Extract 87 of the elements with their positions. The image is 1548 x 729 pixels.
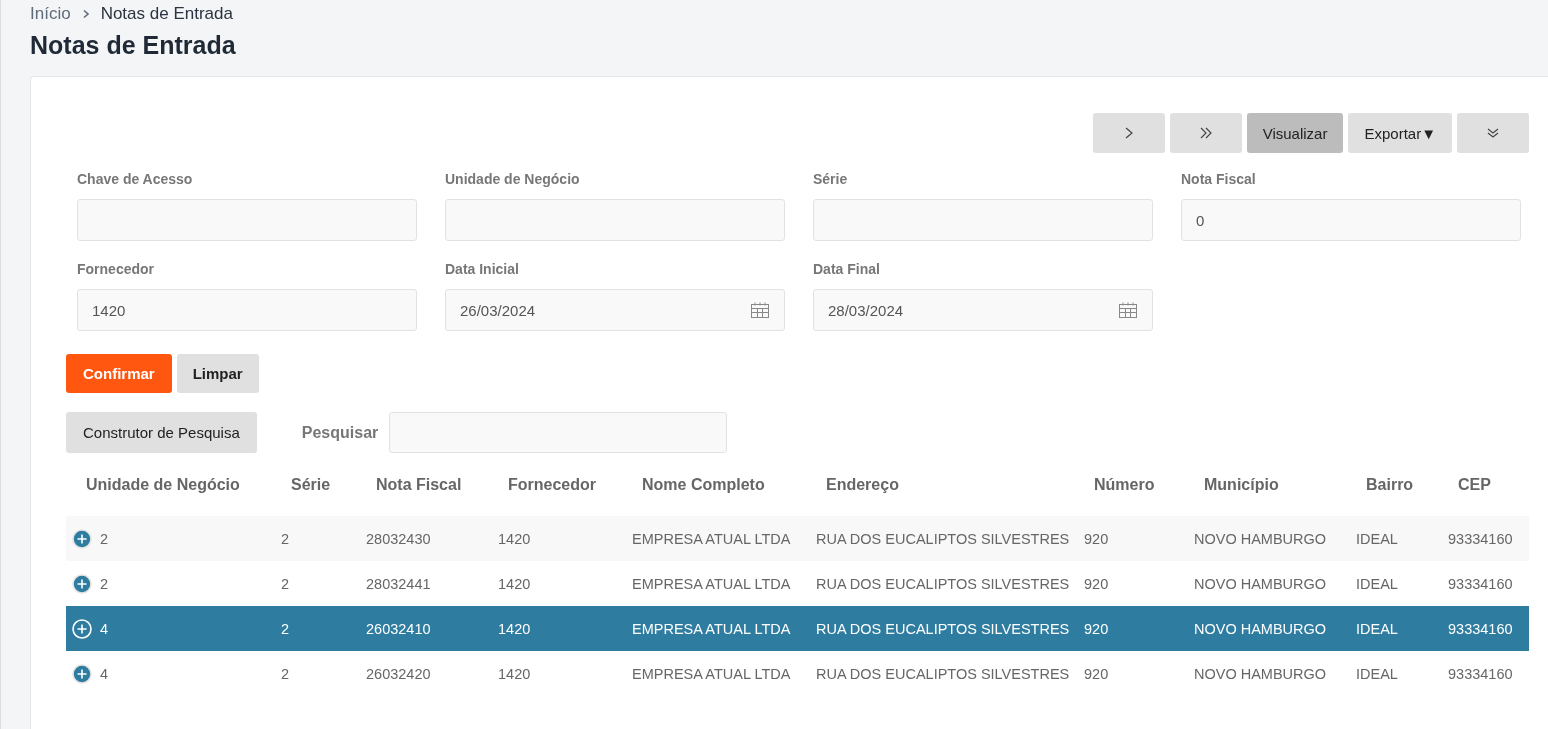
page-title: Notas de Entrada	[30, 31, 237, 60]
column-header[interactable]: Nota Fiscal	[356, 475, 488, 494]
calendar-icon	[750, 301, 770, 319]
table-cell: 4	[100, 665, 109, 682]
double-chevron-down-icon	[1487, 128, 1499, 138]
table-cell-text: 2	[280, 665, 291, 682]
table-cell-text: 920	[1083, 530, 1110, 547]
table-cell-text: IDEAL	[1355, 575, 1399, 592]
table-cell-text: NOVO HAMBURGO	[1193, 575, 1328, 592]
chevron-right-icon	[1124, 127, 1133, 139]
table-cell-text: 920	[1083, 665, 1110, 682]
table-cell: 2	[100, 575, 109, 592]
next-page-button[interactable]	[1092, 113, 1165, 153]
confirm-button[interactable]: Confirmar	[66, 354, 172, 393]
column-header[interactable]: Nome Completo	[622, 475, 806, 494]
column-header[interactable]: Município	[1184, 475, 1346, 494]
table-cell: 2	[100, 530, 109, 547]
table-cell-text: RUA DOS EUCALIPTOS SILVESTRES	[815, 530, 1071, 547]
double-chevron-right-icon	[1199, 127, 1212, 139]
table-cell-text: NOVO HAMBURGO	[1193, 620, 1328, 637]
table-row[interactable]: 2 2 28032430 1420 EMPRESA ATUAL LTDA RUA DOS EUCALIPTOS SILVESTRES 920 NOVO HAMBURGO IDEAL 93334160	[66, 516, 1529, 561]
query-builder-button[interactable]: Construtor de Pesquisa	[66, 412, 257, 453]
table-cell-text: IDEAL	[1355, 530, 1399, 547]
table-cell-text: 93334160	[1447, 665, 1514, 682]
field-label: Nota Fiscal	[1181, 171, 1257, 187]
last-page-button[interactable]	[1169, 113, 1242, 153]
table-cell-text: 93334160	[1447, 575, 1514, 592]
search-field[interactable]	[389, 412, 728, 453]
breadcrumb-item[interactable]: Início	[30, 4, 71, 24]
column-header[interactable]: Endereço	[806, 475, 1074, 494]
expand-button[interactable]	[1457, 113, 1529, 153]
table-cell-text: RUA DOS EUCALIPTOS SILVESTRES	[815, 620, 1071, 637]
table-cell-text: EMPRESA ATUAL LTDA	[631, 575, 792, 592]
column-header[interactable]: Fornecedor	[488, 475, 622, 494]
input-field[interactable]: 1420	[77, 289, 417, 331]
table-cell-text: EMPRESA ATUAL LTDA	[631, 530, 792, 547]
input-field[interactable]	[77, 199, 417, 241]
breadcrumb-item: Notas de Entrada	[100, 4, 233, 24]
calendar-icon	[1118, 301, 1138, 319]
table-cell: 4	[100, 620, 109, 637]
column-header[interactable]: CEP	[1438, 475, 1530, 494]
search-label: Pesquisar	[301, 423, 379, 442]
table-cell-text: RUA DOS EUCALIPTOS SILVESTRES	[815, 665, 1071, 682]
table-cell-text: 920	[1083, 620, 1110, 637]
expand-row-icon[interactable]	[72, 528, 92, 549]
expand-row-icon[interactable]	[72, 663, 92, 684]
table-cell-text: RUA DOS EUCALIPTOS SILVESTRES	[815, 575, 1071, 592]
input-field[interactable]: 0	[1181, 199, 1521, 241]
table-cell-text: 920	[1083, 575, 1110, 592]
table-cell-text: 1420	[497, 530, 532, 547]
field-label: Chave de Acesso	[77, 171, 194, 187]
table-cell-text: 1420	[497, 575, 532, 592]
table-cell-text: 1420	[497, 620, 532, 637]
table-cell-text: IDEAL	[1355, 665, 1399, 682]
table-cell-text: 93334160	[1447, 620, 1514, 637]
field-label: Série	[813, 171, 849, 187]
view-button[interactable]: Visualizar	[1246, 113, 1344, 153]
field-label: Unidade de Negócio	[445, 171, 581, 187]
column-header[interactable]: Unidade de Negócio	[66, 475, 271, 494]
table-cell-text: 28032441	[365, 575, 432, 592]
table-cell-text: EMPRESA ATUAL LTDA	[631, 665, 792, 682]
table-cell-text: EMPRESA ATUAL LTDA	[631, 620, 792, 637]
column-header[interactable]: Bairro	[1346, 475, 1438, 494]
field-label: Fornecedor	[77, 261, 155, 277]
table-cell-text: 2	[280, 530, 291, 547]
table-cell-text: NOVO HAMBURGO	[1193, 665, 1328, 682]
expand-row-icon[interactable]	[72, 573, 92, 594]
input-field[interactable]	[813, 199, 1153, 241]
table-cell-text: NOVO HAMBURGO	[1193, 530, 1328, 547]
table-cell-text: 28032430	[365, 530, 432, 547]
table-cell-text: 1420	[497, 665, 532, 682]
input-field[interactable]	[445, 199, 785, 241]
table-cell-text: IDEAL	[1355, 620, 1399, 637]
field-label: Data Inicial	[445, 261, 520, 277]
column-header[interactable]: Número	[1074, 475, 1184, 494]
field-label: Data Final	[813, 261, 881, 277]
table-cell-text: 2	[280, 620, 291, 637]
table-cell-text: 26032420	[365, 665, 432, 682]
table-cell-text: 93334160	[1447, 530, 1514, 547]
column-header[interactable]: Série	[271, 475, 356, 494]
table-row[interactable]: 4 2 26032410 1420 EMPRESA ATUAL LTDA RUA DOS EUCALIPTOS SILVESTRES 920 NOVO HAMBURGO IDEAL 93334160	[66, 606, 1529, 651]
clear-button[interactable]: Limpar	[176, 354, 259, 393]
date-field[interactable]: 28/03/2024	[813, 289, 1153, 331]
date-field[interactable]: 26/03/2024	[445, 289, 785, 331]
export-button[interactable]: Exportar▼	[1348, 113, 1452, 153]
table-cell-text: 2	[280, 575, 291, 592]
table-cell-text: 26032410	[365, 620, 432, 637]
